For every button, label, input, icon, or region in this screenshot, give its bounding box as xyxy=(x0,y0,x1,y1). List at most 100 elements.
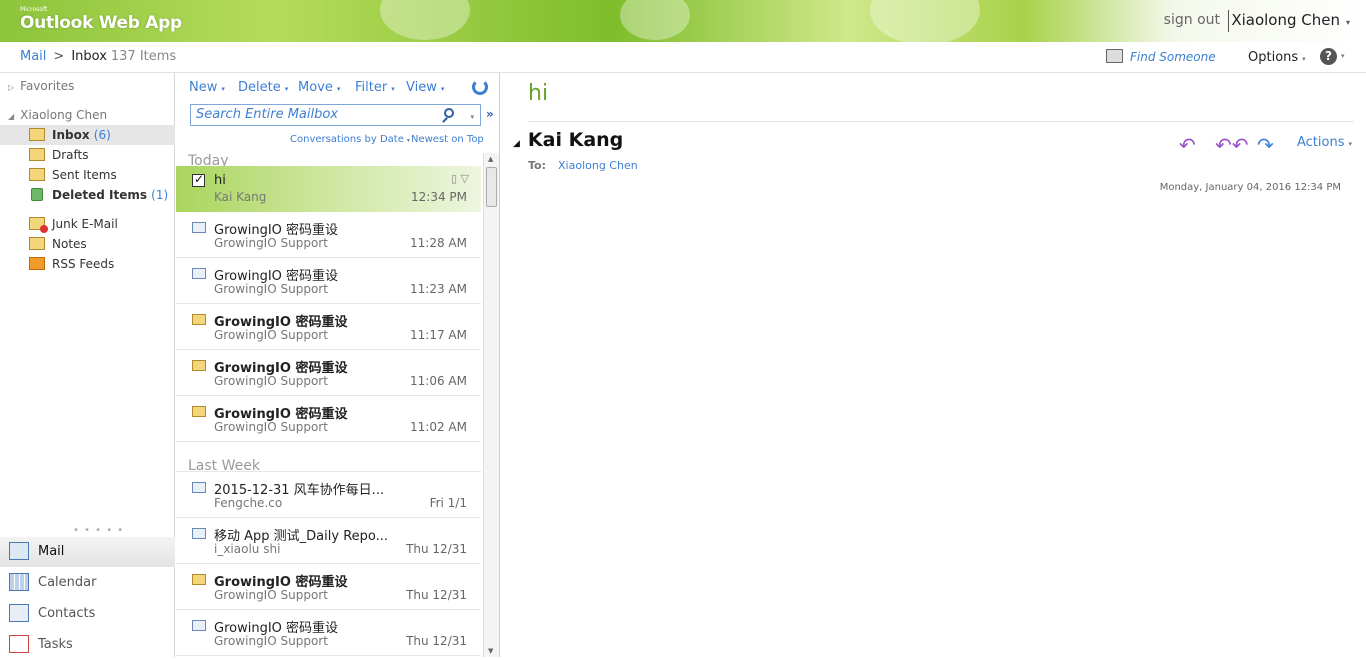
read-envelope-icon xyxy=(192,268,206,279)
search-input[interactable]: Search Entire Mailbox ▾ xyxy=(190,104,481,126)
app-logo: Microsoft Outlook Web App xyxy=(20,6,182,33)
arrange-label: Conversations by Date xyxy=(290,134,404,145)
breadcrumb-mail-link[interactable]: Mail xyxy=(20,49,46,64)
list-item[interactable]: 2015-12-31 风车协作每日... Fengche.co Fri 1/1 xyxy=(176,472,481,518)
list-item[interactable]: GrowingIO 密码重设 GrowingIO Support Thu 12/… xyxy=(176,610,481,656)
unread-count: (1) xyxy=(151,188,169,202)
to-label: To: xyxy=(528,159,546,172)
filter-button[interactable]: Filter ▾ xyxy=(355,80,395,95)
scroll-down-icon[interactable]: ▼ xyxy=(488,647,493,655)
scroll-thumb[interactable] xyxy=(486,167,497,207)
message-sender: Fengche.co xyxy=(214,496,283,510)
forward-icon[interactable]: ↷ xyxy=(1257,133,1274,157)
list-item[interactable]: GrowingIO 密码重设 GrowingIO Support 11:17 A… xyxy=(176,304,481,350)
folder-deleted-items[interactable]: Deleted Items (1) xyxy=(0,185,175,205)
message-time: Thu 12/31 xyxy=(406,542,467,556)
module-calendar[interactable]: Calendar xyxy=(0,568,175,598)
message-time: 11:17 AM xyxy=(410,328,467,342)
pane-resize-handle[interactable]: • • • • • xyxy=(73,525,124,536)
message-sender: i_xiaolu shi xyxy=(214,542,281,556)
view-label: View xyxy=(406,80,437,95)
folder-label: Deleted Items xyxy=(52,188,147,202)
list-item[interactable]: hi Kai Kang 12:34 PM ▯ ▽ xyxy=(176,166,481,212)
message-list-scrollbar[interactable]: ▲ ▼ xyxy=(483,153,499,657)
reading-divider xyxy=(528,121,1354,122)
sort-order-toggle[interactable]: Newest on Top xyxy=(411,134,484,145)
move-button[interactable]: Move ▾ xyxy=(298,80,340,95)
item-count: 137 Items xyxy=(110,49,177,64)
recipients-line: To: Xiaolong Chen xyxy=(528,159,638,172)
junk-icon xyxy=(29,217,48,233)
recipient-link[interactable]: Xiaolong Chen xyxy=(558,159,638,172)
search-icon[interactable] xyxy=(444,108,454,118)
chevron-down-icon[interactable]: ▾ xyxy=(470,107,474,127)
message-sender: GrowingIO Support xyxy=(214,236,328,250)
logo-title: Outlook Web App xyxy=(20,13,182,33)
reading-pane: hi ◢ Kai Kang To: Xiaolong Chen Monday, Ja… xyxy=(501,73,1366,657)
message-time: 11:28 AM xyxy=(410,236,467,250)
header-divider xyxy=(1228,10,1229,32)
chevron-down-icon: ▾ xyxy=(1302,55,1306,63)
module-contacts[interactable]: Contacts xyxy=(0,599,175,629)
calendar-icon xyxy=(9,573,29,591)
folder-junk-email[interactable]: Junk E-Mail xyxy=(0,214,175,234)
folder-sent-items[interactable]: Sent Items xyxy=(0,165,175,185)
refresh-icon[interactable] xyxy=(472,79,488,95)
tasks-icon xyxy=(9,635,29,653)
list-item[interactable]: GrowingIO 密码重设 GrowingIO Support 11:28 A… xyxy=(176,212,481,258)
favorites-toggle[interactable]: ▷ Favorites xyxy=(8,79,74,93)
chevron-down-icon: ▾ xyxy=(336,85,341,93)
options-label: Options xyxy=(1248,50,1299,65)
navigation-pane: ▷ Favorites ◢ Xiaolong Chen Inbox (6) Draf… xyxy=(0,73,175,657)
unread-count: (6) xyxy=(93,128,111,142)
flag-icon[interactable]: ▯ ▽ xyxy=(451,172,469,185)
mailbox-toggle[interactable]: ◢ Xiaolong Chen xyxy=(8,108,107,122)
module-mail[interactable]: Mail xyxy=(0,537,175,567)
message-subject-heading: hi xyxy=(528,81,549,106)
reply-all-icon[interactable]: ↶↶ xyxy=(1215,133,1249,157)
message-sender: GrowingIO Support xyxy=(214,588,328,602)
sign-out-link[interactable]: sign out xyxy=(1164,12,1220,28)
find-someone-button[interactable]: Find Someone xyxy=(1106,49,1216,64)
actions-menu[interactable]: Actions ▾ xyxy=(1297,135,1352,150)
delete-button[interactable]: Delete ▾ xyxy=(238,80,288,95)
reply-icon[interactable]: ↶ xyxy=(1179,133,1196,157)
folder-label: Inbox xyxy=(52,128,90,142)
collapse-triangle-icon: ◢ xyxy=(513,139,520,149)
message-sender-heading[interactable]: ◢ Kai Kang xyxy=(513,129,623,151)
view-button[interactable]: View ▾ xyxy=(406,80,444,95)
folder-rss-feeds[interactable]: RSS Feeds xyxy=(0,254,175,274)
list-item[interactable]: GrowingIO 密码重设 GrowingIO Support Thu 12/… xyxy=(176,564,481,610)
list-item[interactable]: GrowingIO 密码重设 GrowingIO Support 11:02 A… xyxy=(176,396,481,442)
module-label: Contacts xyxy=(38,606,96,621)
expand-search-icon[interactable]: » xyxy=(486,107,494,121)
new-button[interactable]: New ▾ xyxy=(189,80,225,95)
list-item[interactable]: GrowingIO 密码重设 GrowingIO Support 11:23 A… xyxy=(176,258,481,304)
message-time: 11:02 AM xyxy=(410,420,467,434)
chevron-down-icon: ▾ xyxy=(1348,140,1353,148)
new-label: New xyxy=(189,80,218,95)
read-envelope-icon xyxy=(192,222,206,233)
folder-notes[interactable]: Notes xyxy=(0,234,175,254)
chevron-down-icon[interactable]: ▾ xyxy=(1341,52,1345,60)
module-tasks[interactable]: Tasks xyxy=(0,630,175,660)
checkbox-icon[interactable] xyxy=(192,172,205,187)
unread-envelope-icon xyxy=(192,360,206,371)
folder-label: Junk E-Mail xyxy=(52,217,118,231)
help-icon[interactable]: ? xyxy=(1320,48,1337,65)
list-item[interactable]: 移动 App 测试_Daily Repo... i_xiaolu shi Thu… xyxy=(176,518,481,564)
mail-icon xyxy=(9,542,29,560)
notes-icon xyxy=(29,237,45,250)
message-list-pane: New ▾ Delete ▾ Move ▾ Filter ▾ View ▾ Search … xyxy=(176,73,500,657)
options-menu[interactable]: Options ▾ xyxy=(1248,50,1306,65)
scroll-up-icon[interactable]: ▲ xyxy=(488,155,493,163)
folder-drafts[interactable]: Drafts xyxy=(0,145,175,165)
chevron-down-icon: ▾ xyxy=(440,85,445,93)
drafts-icon xyxy=(29,148,45,161)
folder-inbox[interactable]: Inbox (6) xyxy=(0,125,175,145)
list-item[interactable]: GrowingIO 密码重设 GrowingIO Support 11:06 A… xyxy=(176,350,481,396)
arrange-by-menu[interactable]: Conversations by Date ▾ xyxy=(290,134,410,145)
find-someone-label: Find Someone xyxy=(1130,50,1216,64)
sender-name: Kai Kang xyxy=(527,129,624,151)
user-menu[interactable]: Xiaolong Chen ▾ xyxy=(1231,11,1350,29)
